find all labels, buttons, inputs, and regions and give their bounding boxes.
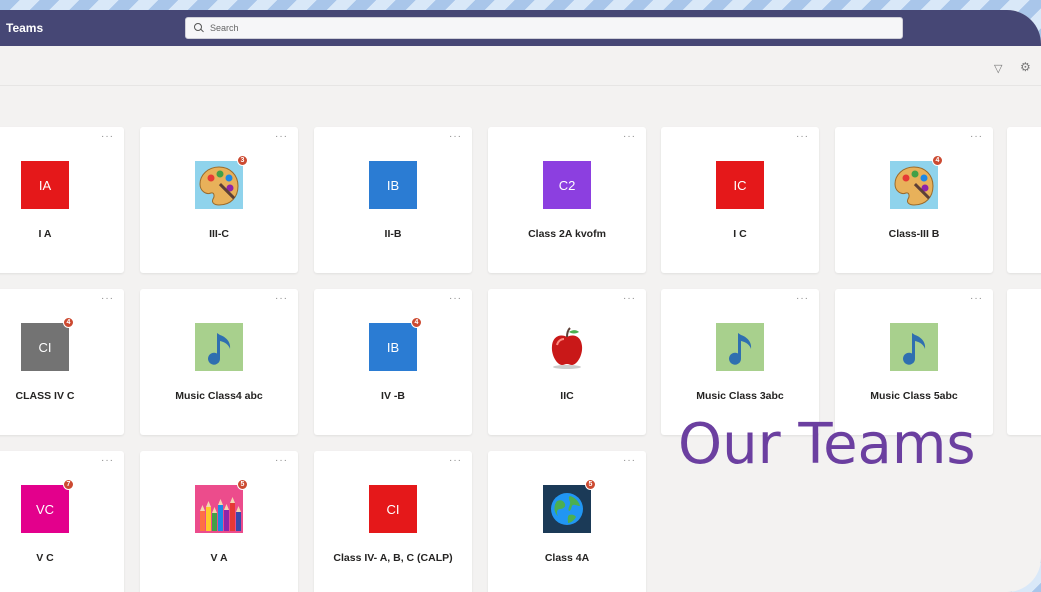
more-options-icon[interactable]: ··· <box>449 293 462 304</box>
globe-icon <box>543 485 591 533</box>
team-name: Class 2A kvofm <box>528 228 606 240</box>
notification-badge: 3 <box>237 155 248 166</box>
team-name: I A <box>38 228 52 240</box>
app-title: Teams <box>6 21 44 35</box>
music-note-icon <box>195 323 243 371</box>
team-name: V A <box>210 552 228 564</box>
teams-grid: ··· IA I A ··· 3 III-C ··· IB II-B ··· C2 Class 2A … <box>0 86 1041 592</box>
music-note-icon <box>716 323 764 371</box>
team-name: IIC <box>560 390 574 402</box>
team-name: Music Class 3abc <box>696 390 784 402</box>
team-avatar-tile: C2 <box>543 161 591 209</box>
team-card[interactable]: ··· IB II-B <box>314 127 472 273</box>
more-options-icon[interactable]: ··· <box>275 455 288 466</box>
teams-toolbar: ▽ ⚙ <box>0 46 1041 86</box>
team-card[interactable]: ··· CI 4 CLASS IV C <box>0 289 124 435</box>
more-options-icon[interactable]: ··· <box>623 455 636 466</box>
team-name: Music Class 5abc <box>870 390 958 402</box>
search-icon <box>194 23 204 33</box>
team-name: II-B <box>384 228 402 240</box>
team-card[interactable]: ··· 4 Class-III B <box>835 127 993 273</box>
palette-icon <box>195 161 243 209</box>
team-avatar-tile: IC <box>716 161 764 209</box>
team-name: I C <box>733 228 747 240</box>
top-bar: Teams Search <box>0 10 1041 46</box>
team-name: Class-III B <box>888 228 940 240</box>
team-avatar-tile: CI <box>21 323 69 371</box>
team-avatar-tile: IB <box>369 161 417 209</box>
more-options-icon[interactable]: ··· <box>449 455 462 466</box>
team-name: Music Class4 abc <box>175 390 263 402</box>
notification-badge: 4 <box>411 317 422 328</box>
team-name: V C <box>36 552 54 564</box>
team-card[interactable]: ··· 5 Class 4A <box>488 451 646 592</box>
team-card[interactable]: ··· Music Class4 abc <box>140 289 298 435</box>
more-options-icon[interactable]: ··· <box>101 293 114 304</box>
notification-badge: 5 <box>237 479 248 490</box>
more-options-icon[interactable]: ··· <box>275 131 288 142</box>
team-name: CLASS IV C <box>15 390 75 402</box>
team-card[interactable]: ··· IB 4 IV -B <box>314 289 472 435</box>
palette-icon <box>890 161 938 209</box>
more-options-icon[interactable]: ··· <box>970 293 983 304</box>
notification-badge: 4 <box>63 317 74 328</box>
music-note-icon <box>890 323 938 371</box>
more-options-icon[interactable]: ··· <box>796 293 809 304</box>
more-options-icon[interactable]: ··· <box>275 293 288 304</box>
pencils-icon <box>195 485 243 533</box>
apple-icon <box>543 323 591 371</box>
more-options-icon[interactable]: ··· <box>623 293 636 304</box>
team-avatar-tile: IA <box>21 161 69 209</box>
notification-badge: 5 <box>585 479 596 490</box>
more-options-icon[interactable]: ··· <box>101 131 114 142</box>
notification-badge: 7 <box>63 479 74 490</box>
team-card[interactable]: ··· CI Class IV- A, B, C (CALP) <box>314 451 472 592</box>
team-name: Class IV- A, B, C (CALP) <box>333 552 453 564</box>
promo-title: Our Teams <box>678 412 976 477</box>
team-card[interactable]: ··· IC I C <box>661 127 819 273</box>
more-options-icon[interactable]: ··· <box>796 131 809 142</box>
more-options-icon[interactable]: ··· <box>623 131 636 142</box>
team-avatar-tile: VC <box>21 485 69 533</box>
team-card-partial[interactable] <box>1007 127 1041 273</box>
search-placeholder: Search <box>210 23 239 33</box>
team-avatar-tile: IB <box>369 323 417 371</box>
notification-badge: 4 <box>932 155 943 166</box>
team-card[interactable]: ··· VC 7 V C <box>0 451 124 592</box>
team-card-partial[interactable] <box>1007 289 1041 435</box>
more-options-icon[interactable]: ··· <box>101 455 114 466</box>
more-options-icon[interactable]: ··· <box>449 131 462 142</box>
filter-icon[interactable]: ▽ <box>994 62 1002 75</box>
team-card[interactable]: ··· 3 III-C <box>140 127 298 273</box>
team-name: Class 4A <box>544 552 590 564</box>
team-card[interactable]: ··· IA I A <box>0 127 124 273</box>
team-card[interactable]: ··· IIC <box>488 289 646 435</box>
team-name: III-C <box>209 228 229 240</box>
team-card[interactable]: ··· C2 Class 2A kvofm <box>488 127 646 273</box>
more-options-icon[interactable]: ··· <box>970 131 983 142</box>
settings-icon[interactable]: ⚙ <box>1020 60 1031 74</box>
team-card[interactable]: ··· 5 V A <box>140 451 298 592</box>
teams-window: Teams Search ▽ ⚙ ··· IA I A ··· 3 III-C ··· IB I… <box>0 10 1041 592</box>
team-name: IV -B <box>381 390 405 402</box>
team-avatar-tile: CI <box>369 485 417 533</box>
search-input[interactable]: Search <box>185 17 903 39</box>
